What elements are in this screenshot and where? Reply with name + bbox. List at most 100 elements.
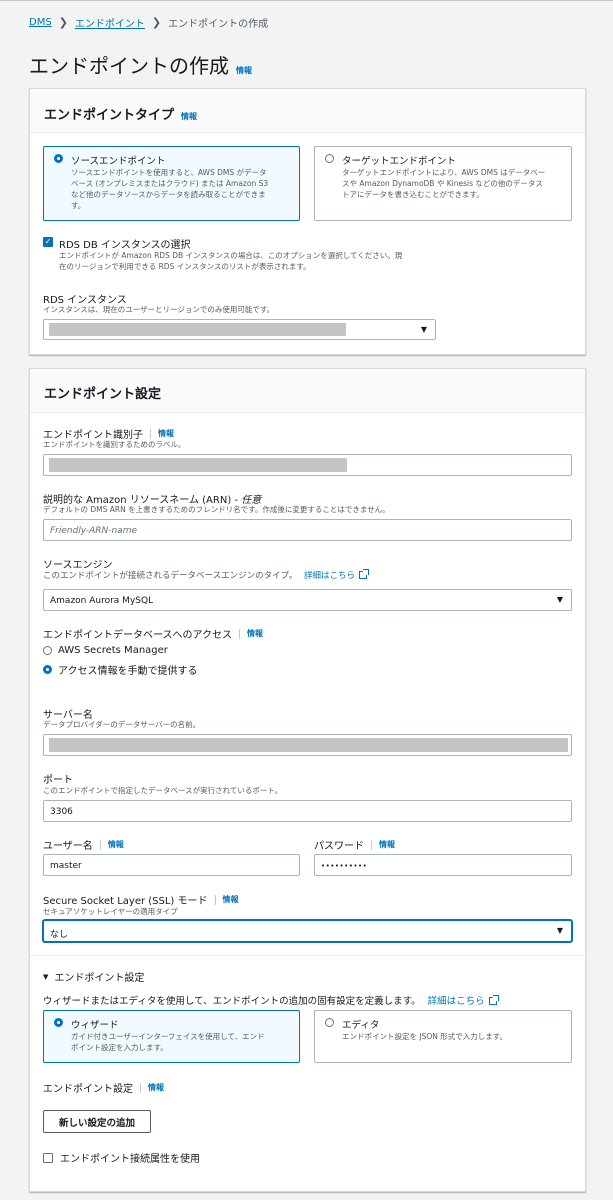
endpoint-type-title-text: エンドポイントタイプ bbox=[44, 108, 175, 123]
editor-tile[interactable]: エディタ エンドポイント設定を JSON 形式で入力します。 bbox=[314, 1010, 572, 1063]
username-info-link[interactable]: 情報 bbox=[108, 839, 124, 850]
divider bbox=[140, 1082, 141, 1093]
source-endpoint-desc-line: ベース (オンプレミスまたはクラウド) または Amazon S3 bbox=[71, 179, 269, 188]
breadcrumb-endpoints-link[interactable]: エンドポイント bbox=[75, 15, 145, 30]
server-desc: データプロバイダーのデータサーバーの名前。 bbox=[43, 720, 201, 729]
source-endpoint-desc: ソースエンドポイントを使用すると、AWS DMS がデータ ベース (オンプレミ… bbox=[71, 167, 268, 211]
ssl-select[interactable]: なし ▼ bbox=[43, 920, 572, 942]
chevron-right-icon: ❯ bbox=[151, 16, 162, 29]
source-endpoint-desc-line: ソースエンドポイントを使用すると、AWS DMS がデータ bbox=[71, 168, 267, 177]
breadcrumb-current: エンドポイントの作成 bbox=[168, 19, 269, 30]
engine-learn-more-link[interactable]: 詳細はこちら bbox=[304, 571, 355, 581]
page-title: エンドポイントの作成 情報 bbox=[29, 50, 252, 79]
ssl-info-link[interactable]: 情報 bbox=[223, 894, 239, 905]
caret-down-icon: ▼ bbox=[420, 325, 427, 334]
access-info-link[interactable]: 情報 bbox=[247, 628, 263, 639]
source-endpoint-radio[interactable] bbox=[54, 154, 63, 163]
divider bbox=[30, 955, 585, 956]
source-endpoint-tile[interactable]: ソースエンドポイント ソースエンドポイントを使用すると、AWS DMS がデータ… bbox=[43, 146, 300, 221]
target-endpoint-tile[interactable]: ターゲットエンドポイント ターゲットエンドポイントにより、AWS DMS はデー… bbox=[314, 146, 572, 221]
secrets-manager-radio[interactable] bbox=[43, 646, 52, 655]
access-label-row: エンドポイントデータベースへのアクセス 情報 bbox=[43, 626, 263, 641]
port-desc: このエンドポイントで指定したデータベースが実行されているポート。 bbox=[43, 786, 283, 795]
access-label: エンドポイントデータベースへのアクセス bbox=[43, 630, 232, 641]
advanced-desc-row: ウィザードまたはエディタを使用して、エンドポイントの追加の固有設定を定義します。… bbox=[43, 993, 499, 1007]
identifier-input[interactable] bbox=[43, 454, 572, 476]
username-input[interactable]: master bbox=[43, 854, 300, 876]
chevron-right-icon: ❯ bbox=[58, 16, 68, 29]
password-info-link[interactable]: 情報 bbox=[379, 839, 395, 850]
password-input[interactable]: •••••••••• bbox=[314, 854, 572, 876]
endpoint-settings-panel: エンドポイント設定 エンドポイント識別子 情報 エンドポイントを識別するためのラ… bbox=[29, 368, 586, 1192]
access-option-manual[interactable]: アクセス情報を手動で提供する bbox=[43, 662, 198, 677]
endpoint-settings-label-row: エンドポイント設定 情報 bbox=[43, 1080, 164, 1095]
editor-radio[interactable] bbox=[325, 1018, 334, 1027]
target-endpoint-desc: ターゲットエンドポイントにより、AWS DMS はデータベー スや Amazon… bbox=[342, 167, 545, 200]
redacted-value bbox=[49, 738, 568, 752]
target-endpoint-radio[interactable] bbox=[325, 154, 334, 163]
arn-input[interactable]: Friendly-ARN-name bbox=[43, 519, 572, 541]
advanced-toggle-label: エンドポイント設定 bbox=[54, 973, 145, 984]
username-value: master bbox=[50, 861, 82, 871]
advanced-learn-more-link[interactable]: 詳細はこちら bbox=[428, 996, 485, 1007]
target-endpoint-desc-line: スや Amazon DynamoDB や Kinesis などの他のデータス bbox=[342, 179, 543, 188]
conn-attr-checkbox[interactable] bbox=[43, 1152, 53, 1163]
identifier-info-link[interactable]: 情報 bbox=[158, 428, 174, 439]
source-endpoint-desc-line: など他のデータソースからデータを読み取ることができま bbox=[71, 190, 266, 199]
port-value: 3306 bbox=[50, 807, 73, 817]
target-endpoint-desc-line: トアにデータを書き込むことができます。 bbox=[342, 190, 484, 199]
endpoint-settings-label: エンドポイント設定 bbox=[43, 1084, 133, 1095]
rds-select-checkbox[interactable]: ✓ bbox=[43, 237, 53, 247]
wizard-desc-line: ポイント設定を入力します。 bbox=[71, 1043, 168, 1052]
rds-instance-select[interactable]: ▼ bbox=[43, 319, 436, 340]
ssl-value: なし bbox=[50, 930, 69, 940]
port-input[interactable]: 3306 bbox=[43, 800, 572, 822]
advanced-toggle[interactable]: ▼ エンドポイント設定 bbox=[43, 969, 145, 985]
identifier-desc: エンドポイントを識別するためのラベル。 bbox=[43, 440, 186, 449]
page-info-link[interactable]: 情報 bbox=[236, 65, 252, 76]
redacted-value bbox=[49, 323, 346, 336]
conn-attr-row: エンドポイント接続属性を使用 bbox=[43, 1150, 200, 1165]
endpoint-settings-header: エンドポイント設定 bbox=[30, 369, 585, 413]
ssl-desc: セキュアソケットレイヤーの適用タイプ bbox=[43, 907, 178, 916]
engine-desc: このエンドポイントが接続されるデータベースエンジンのタイプ。 bbox=[43, 571, 298, 581]
endpoint-settings-info-link[interactable]: 情報 bbox=[148, 1082, 164, 1093]
manual-access-label: アクセス情報を手動で提供する bbox=[58, 666, 198, 677]
editor-title: エディタ bbox=[342, 1020, 380, 1031]
target-endpoint-desc-line: ターゲットエンドポイントにより、AWS DMS はデータベー bbox=[342, 168, 546, 177]
divider bbox=[99, 839, 101, 850]
ssl-label-row: Secure Socket Layer (SSL) モード 情報 bbox=[43, 892, 239, 907]
access-option-secrets[interactable]: AWS Secrets Manager bbox=[43, 645, 168, 656]
engine-select[interactable]: Amazon Aurora MySQL ▼ bbox=[43, 589, 572, 611]
server-input[interactable] bbox=[43, 734, 572, 756]
engine-select-value: Amazon Aurora MySQL bbox=[50, 596, 154, 606]
wizard-title: ウィザード bbox=[71, 1020, 119, 1031]
editor-desc-line: エンドポイント設定を JSON 形式で入力します。 bbox=[342, 1032, 508, 1041]
redacted-value bbox=[49, 458, 347, 472]
advanced-desc: ウィザードまたはエディタを使用して、エンドポイントの追加の固有設定を定義します。 bbox=[43, 996, 421, 1007]
username-label-row: ユーザー名 情報 bbox=[43, 837, 124, 852]
wizard-desc: ガイド付きユーザーインターフェイスを使用して、エンド ポイント設定を入力します。 bbox=[71, 1031, 265, 1053]
manual-access-radio[interactable] bbox=[43, 665, 52, 674]
caret-down-icon: ▼ bbox=[43, 972, 49, 981]
endpoint-settings-title: エンドポイント設定 bbox=[44, 387, 162, 402]
username-label: ユーザー名 bbox=[43, 841, 93, 852]
password-value: •••••••••• bbox=[321, 862, 368, 870]
divider bbox=[239, 628, 240, 639]
add-setting-button[interactable]: 新しい設定の追加 bbox=[43, 1110, 151, 1133]
endpoint-type-panel: エンドポイントタイプ 情報 ソースエンドポイント ソースエンドポイントを使用する… bbox=[29, 88, 586, 355]
engine-desc-row: このエンドポイントが接続されるデータベースエンジンのタイプ。 詳細はこちら bbox=[43, 569, 370, 582]
external-link-icon bbox=[359, 569, 370, 579]
divider bbox=[371, 839, 372, 850]
port-label: ポート bbox=[43, 775, 73, 786]
endpoint-type-info-link[interactable]: 情報 bbox=[181, 111, 197, 122]
wizard-tile[interactable]: ウィザード ガイド付きユーザーインターフェイスを使用して、エンド ポイント設定を… bbox=[43, 1010, 300, 1063]
rds-instance-desc: インスタンスは、現在のユーザーとリージョンでのみ使用可能です。 bbox=[43, 305, 275, 314]
wizard-radio[interactable] bbox=[54, 1018, 63, 1027]
breadcrumb-dms-link[interactable]: DMS bbox=[29, 17, 52, 28]
endpoint-type-header: エンドポイントタイプ 情報 bbox=[30, 89, 585, 133]
source-endpoint-desc-line: す。 bbox=[71, 201, 86, 210]
password-label-row: パスワード 情報 bbox=[314, 837, 395, 852]
secrets-manager-label: AWS Secrets Manager bbox=[58, 645, 168, 656]
arn-desc: デフォルトの DMS ARN を上書きするためのフレンドリ名です。作成後に変更す… bbox=[43, 505, 390, 514]
